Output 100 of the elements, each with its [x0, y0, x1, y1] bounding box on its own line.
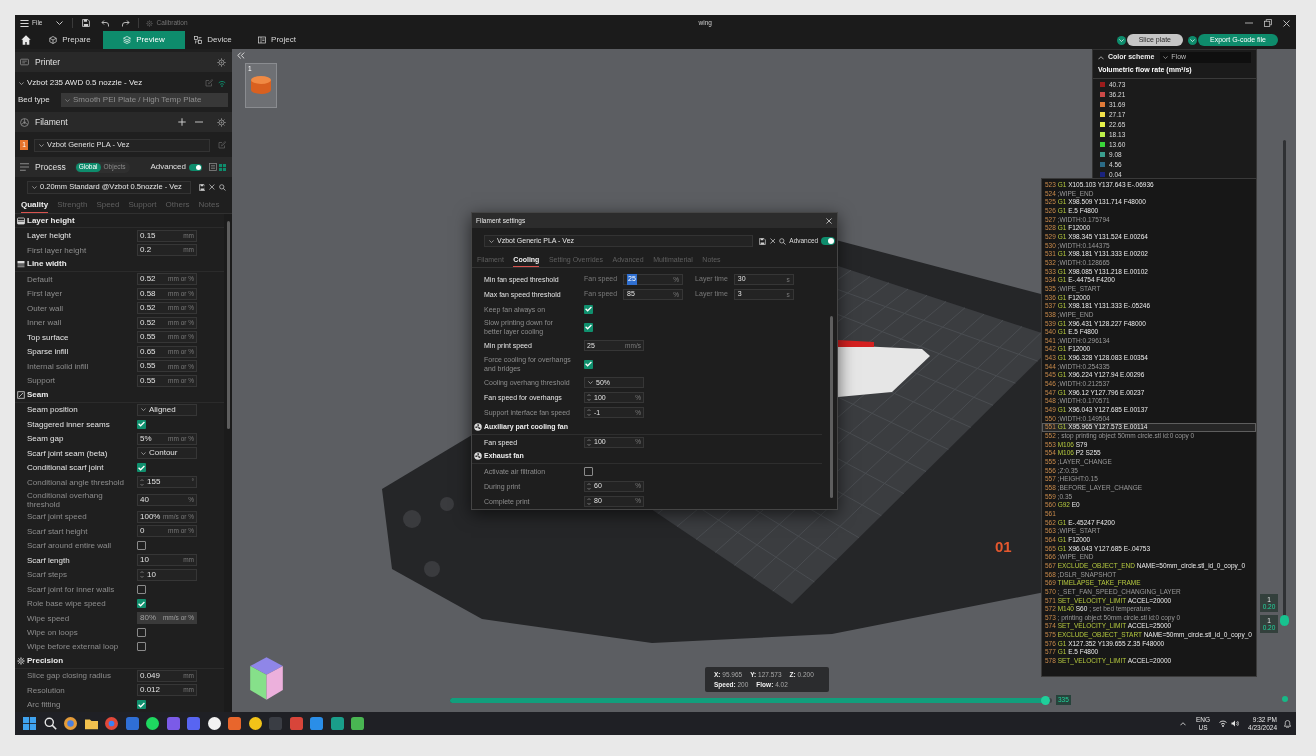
checkbox[interactable]: [137, 463, 146, 473]
tab[interactable]: Project: [249, 31, 305, 49]
section-title: Printer: [35, 55, 61, 69]
setting-label: Wipe before external loop: [27, 642, 120, 652]
dropdown[interactable]: Aligned: [137, 403, 197, 416]
save-icon[interactable]: [198, 183, 206, 191]
spin-box[interactable]: 10: [137, 568, 197, 581]
fan-icon: [474, 423, 482, 432]
cube-icon: [49, 36, 58, 44]
checkbox[interactable]: [137, 628, 146, 638]
spinner-arrows-icon: [140, 571, 144, 579]
toggle-switch[interactable]: [189, 163, 202, 171]
checkmark-icon: [138, 701, 145, 708]
tab[interactable]: Preview: [103, 31, 185, 49]
search-icon[interactable]: [219, 183, 226, 191]
close-icon[interactable]: [1283, 19, 1290, 27]
checkbox[interactable]: [137, 541, 146, 551]
setting-label: Wipe speed: [27, 613, 71, 623]
speaker-icon[interactable]: [1231, 720, 1240, 727]
checkbox[interactable]: [584, 322, 593, 332]
app-icon[interactable]: [207, 717, 221, 730]
layer-slider-track[interactable]: [1283, 140, 1286, 626]
tab[interactable]: Prepare: [37, 31, 103, 49]
slider-thumb[interactable]: [1041, 696, 1051, 705]
setting-label: Outer wall: [27, 303, 64, 313]
checkbox[interactable]: [137, 419, 146, 429]
wifi-icon[interactable]: [1219, 720, 1228, 727]
plate-number-label: 01: [995, 537, 1012, 557]
grid-icon[interactable]: [219, 163, 226, 171]
setting-label: First layer: [27, 289, 64, 299]
checkmark-icon: [138, 600, 145, 607]
redo-icon[interactable]: [121, 19, 131, 27]
checkbox[interactable]: [137, 584, 146, 594]
tab[interactable]: Quality: [21, 198, 49, 213]
search-icon[interactable]: [43, 717, 57, 730]
dropdown[interactable]: Contour: [137, 447, 197, 460]
chevron-down-icon: [489, 239, 494, 243]
chevron-down-icon: [65, 98, 70, 102]
signal-icon[interactable]: [218, 79, 226, 87]
setting-label: Scarf joint for inner walls: [27, 584, 116, 594]
caret-up-icon[interactable]: [1180, 721, 1186, 726]
list-icon: [20, 163, 29, 171]
checkbox[interactable]: [584, 304, 593, 314]
dot-icon[interactable]: [1282, 696, 1288, 702]
preset-dropdown[interactable]: Vzbot 235 AWD 0.5 nozzle - Vez: [19, 77, 143, 89]
folder-icon[interactable]: [84, 717, 98, 730]
checkbox[interactable]: [584, 359, 593, 369]
checkmark-icon: [585, 306, 592, 313]
group-title: Line width: [27, 258, 67, 271]
tab[interactable]: Device: [185, 31, 241, 49]
settings-icon[interactable]: [217, 57, 226, 67]
setting-label: Staggered inner seams: [27, 419, 111, 429]
checkbox[interactable]: [137, 700, 146, 710]
close-icon[interactable]: [769, 238, 776, 244]
bed-type-dropdown[interactable]: Smooth PEI Plate / High Temp Plate: [61, 93, 228, 107]
collapse-icon[interactable]: [237, 52, 245, 59]
app-icon[interactable]: [248, 717, 262, 730]
scrollbar-thumb[interactable]: [226, 221, 230, 429]
checkbox[interactable]: [137, 642, 146, 652]
setting-label: Scarf around entire wall: [27, 541, 113, 551]
restore-icon[interactable]: [1264, 19, 1272, 27]
toggle-switch[interactable]: [821, 237, 835, 245]
bell-icon[interactable]: [1284, 719, 1291, 728]
app-icon[interactable]: [64, 717, 77, 730]
setting-label: Scarf length: [27, 555, 71, 565]
chevron-down-icon: [1189, 38, 1195, 42]
view-cube-icon[interactable]: [248, 655, 285, 702]
checkbox[interactable]: [584, 466, 593, 476]
setting-label: Internal solid infill: [27, 361, 90, 371]
scrollbar-thumb[interactable]: [829, 316, 833, 498]
setting-label: Sparse infill: [27, 347, 70, 357]
caret-up-icon[interactable]: [1098, 55, 1104, 60]
chevron-down-icon: [39, 143, 44, 147]
cylinder-icon: [251, 76, 271, 94]
settings-icon[interactable]: [217, 117, 226, 127]
search-icon[interactable]: [779, 237, 787, 245]
save-icon[interactable]: [758, 237, 766, 245]
layers-icon: [17, 216, 25, 225]
plus-icon[interactable]: [178, 118, 186, 126]
chevron-down-icon[interactable]: [56, 21, 64, 25]
chevron-down-icon: [32, 185, 37, 189]
group-title: Seam: [27, 388, 49, 401]
setting-label: Support: [27, 376, 57, 386]
undo-icon[interactable]: [101, 19, 111, 27]
setting-label: Resolution: [27, 685, 66, 695]
setting-label: Arc fitting: [27, 700, 62, 710]
setting-label: Scarf steps: [27, 570, 68, 580]
dropdown-button[interactable]: [1116, 35, 1126, 45]
save-icon[interactable]: [82, 19, 91, 27]
app-icon[interactable]: [146, 717, 159, 730]
home-icon: [21, 35, 31, 45]
checkbox[interactable]: [137, 599, 146, 609]
list-icon[interactable]: [209, 163, 217, 171]
dropdown-button[interactable]: [1187, 35, 1197, 45]
close-icon[interactable]: [826, 217, 832, 224]
square-icon: [17, 390, 25, 399]
close-icon[interactable]: [209, 184, 216, 190]
setting-label: Conditional scarf joint: [27, 463, 105, 473]
windows-logo-icon[interactable]: [23, 717, 36, 730]
slider-thumb[interactable]: [1280, 615, 1289, 626]
